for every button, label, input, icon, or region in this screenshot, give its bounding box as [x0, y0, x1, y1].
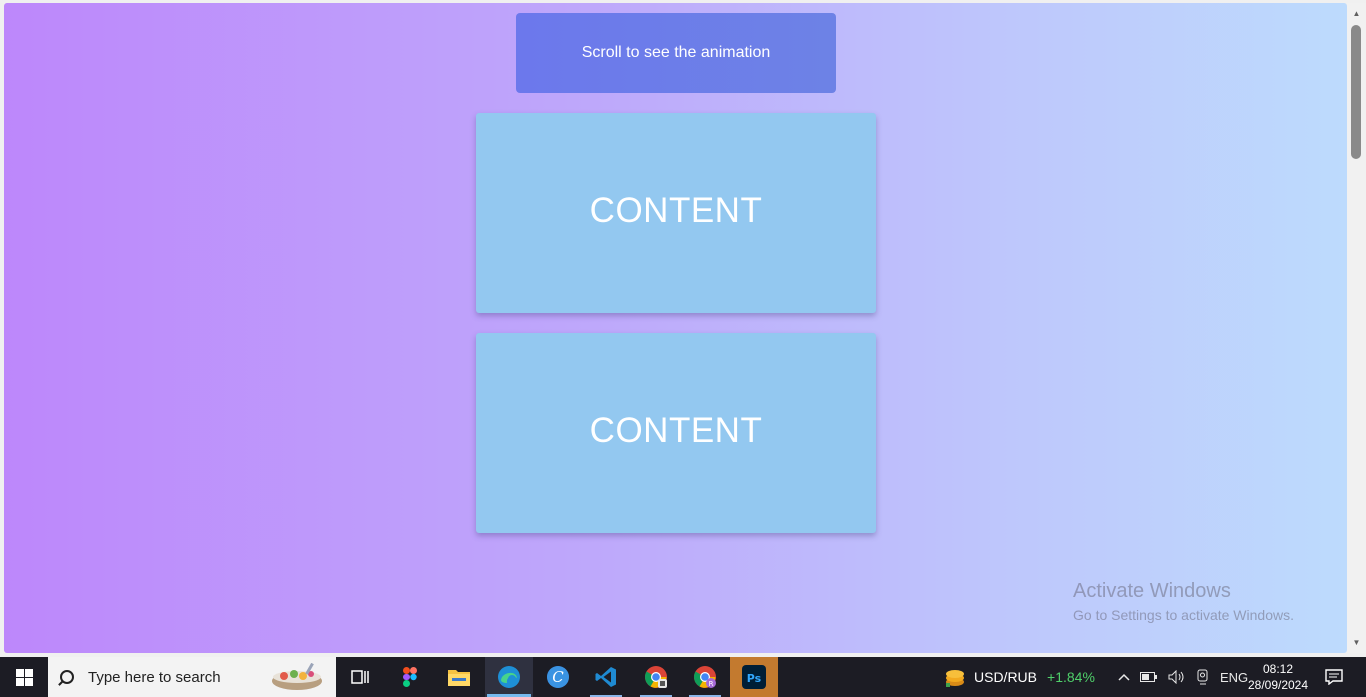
content-card-label: CONTENT [589, 191, 763, 230]
svg-text:C: C [552, 668, 564, 686]
currency-change: +1.84% [1047, 669, 1095, 685]
start-button[interactable] [0, 657, 48, 697]
search-icon [60, 670, 74, 684]
clock-time: 08:12 [1262, 662, 1294, 676]
show-hidden-icons-chevron-icon[interactable] [1118, 673, 1130, 681]
scroll-down-arrow-icon[interactable]: ▼ [1347, 634, 1366, 651]
scroll-up-arrow-icon[interactable]: ▲ [1347, 5, 1366, 22]
clock[interactable]: 08:12 28/09/2024 [1246, 657, 1310, 697]
windows-taskbar: Type here to search C R Ps USD/RUB +1.84… [0, 657, 1366, 697]
coins-icon [946, 670, 964, 687]
search-highlight-bowl-icon [272, 663, 322, 690]
system-tray: ENG [1113, 657, 1253, 697]
folder-icon [448, 670, 470, 686]
figma-icon [403, 667, 417, 687]
search-placeholder: Type here to search [88, 668, 221, 686]
browser-viewport: Scroll to see the animation CONTENT CONT… [4, 3, 1347, 653]
taskbar-canva[interactable]: C [534, 657, 582, 697]
windows-logo-icon [15, 668, 33, 686]
clock-date: 28/09/2024 [1247, 678, 1309, 692]
scroll-hint-text: Scroll to see the animation [581, 44, 771, 61]
vscode-icon [595, 667, 616, 687]
currency-widget[interactable]: USD/RUB +1.84% [944, 657, 1095, 697]
input-language[interactable]: ENG [1220, 670, 1248, 685]
currency-pair: USD/RUB [974, 669, 1038, 685]
taskbar-chrome-profile[interactable]: R [681, 657, 729, 697]
taskbar-photoshop[interactable]: Ps [730, 657, 778, 697]
svg-text:R: R [709, 680, 714, 688]
taskbar-vscode[interactable] [582, 657, 630, 697]
content-card-2: CONTENT [476, 333, 876, 533]
edge-icon [498, 666, 520, 688]
activate-windows-watermark: Activate Windows Go to Settings to activ… [1073, 580, 1294, 623]
taskbar-chrome[interactable] [632, 657, 680, 697]
battery-icon[interactable] [1140, 672, 1158, 682]
content-card-1: CONTENT [476, 113, 876, 313]
vertical-scrollbar[interactable]: ▲ ▼ [1347, 3, 1366, 653]
content-card-label: CONTENT [589, 411, 763, 450]
watermark-subtitle: Go to Settings to activate Windows. [1073, 607, 1294, 623]
taskbar-edge[interactable] [485, 657, 533, 697]
taskbar-file-explorer[interactable] [435, 657, 483, 697]
canva-icon: C [547, 666, 569, 688]
task-view-button[interactable] [336, 657, 384, 697]
desktop-screen: Scroll to see the animation CONTENT CONT… [0, 0, 1366, 697]
photoshop-icon: Ps [742, 665, 766, 689]
volume-icon[interactable] [1168, 670, 1186, 684]
svg-text:Ps: Ps [747, 672, 762, 685]
notification-center-button[interactable] [1322, 657, 1346, 697]
meet-now-icon[interactable] [1196, 669, 1210, 685]
watermark-title: Activate Windows [1073, 580, 1231, 602]
taskbar-search-box[interactable]: Type here to search [48, 657, 336, 697]
scrollbar-thumb[interactable] [1351, 25, 1361, 159]
task-view-icon [351, 670, 369, 684]
chrome-profile-icon: R [694, 666, 716, 688]
chrome-icon [645, 666, 667, 688]
notification-icon [1325, 669, 1343, 685]
taskbar-figma[interactable] [386, 657, 434, 697]
scroll-hint-banner: Scroll to see the animation [516, 13, 836, 93]
